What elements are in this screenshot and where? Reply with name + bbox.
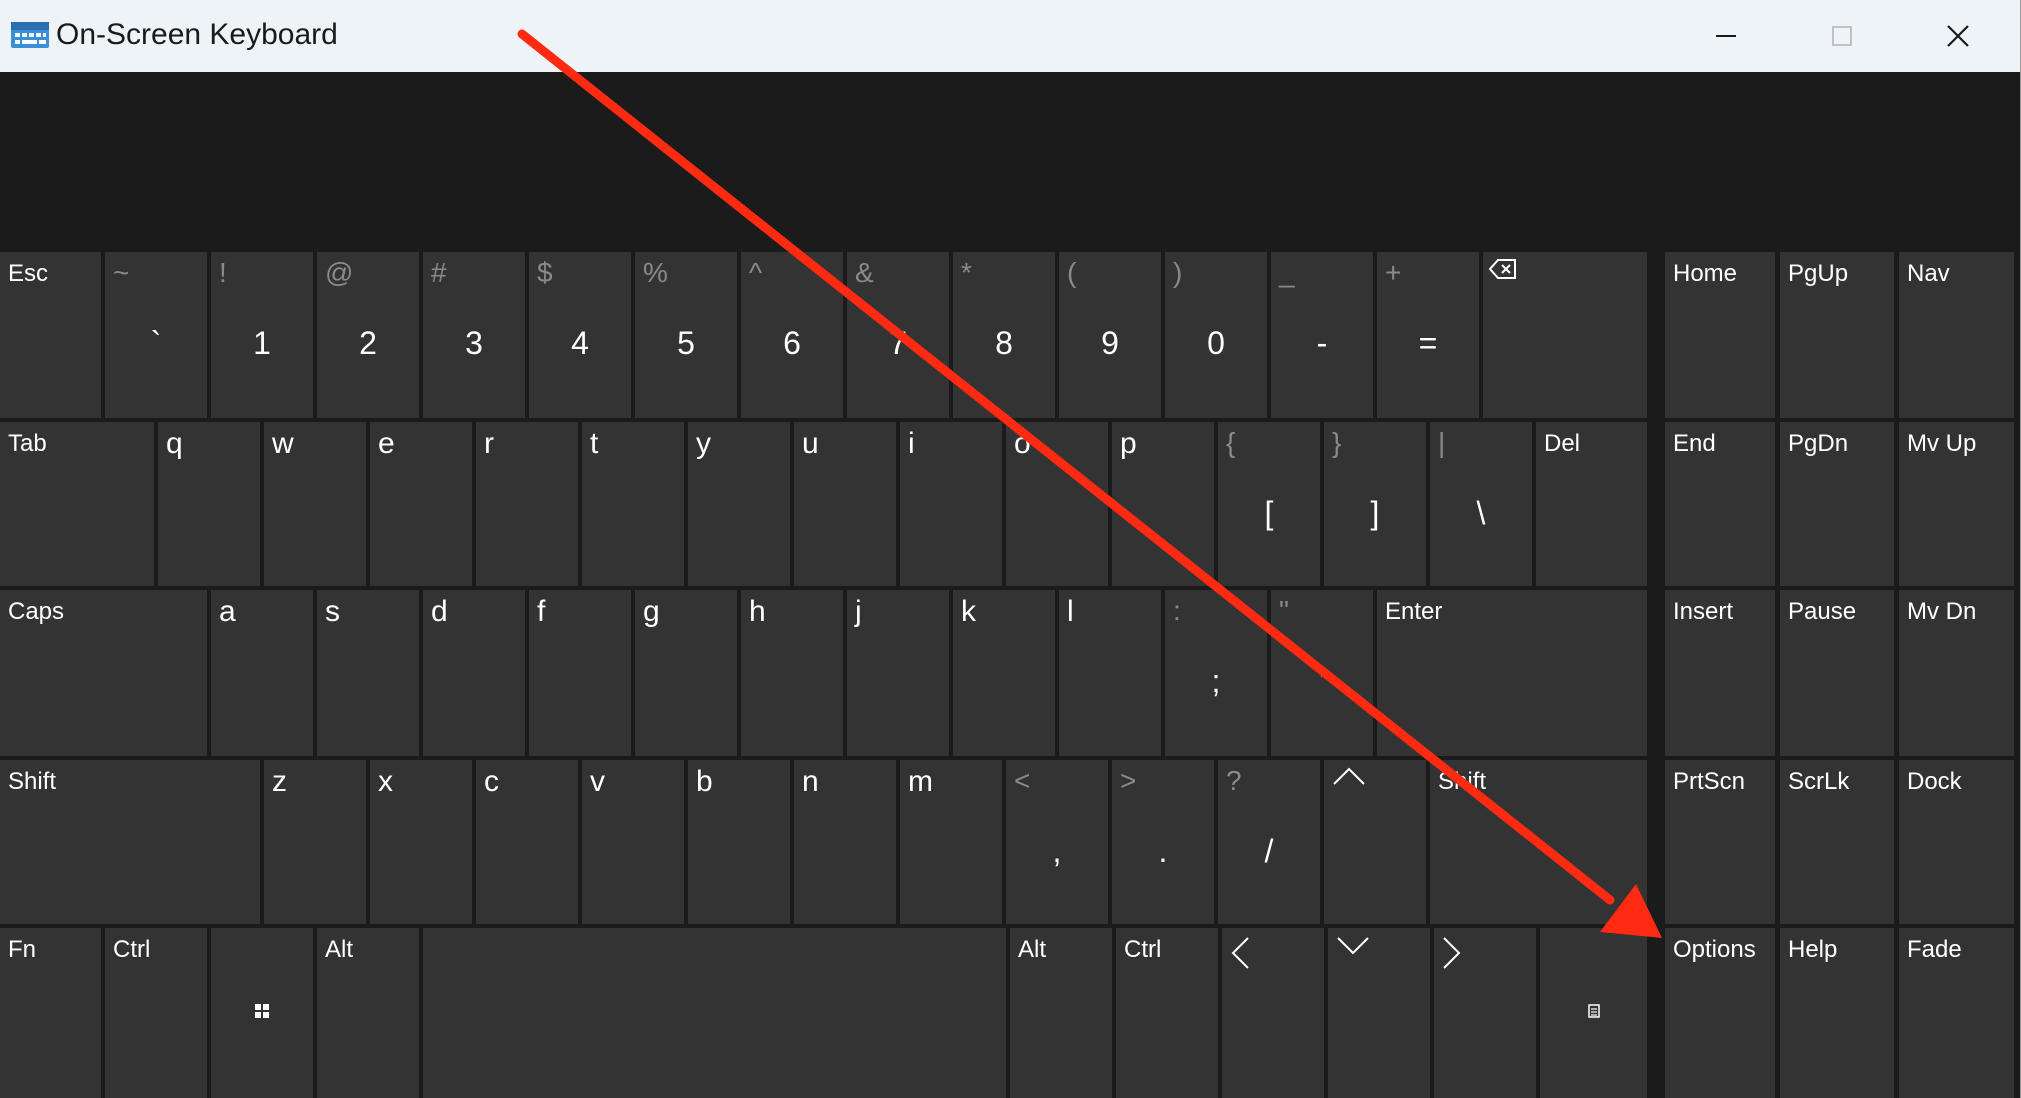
red-arrow-icon xyxy=(517,29,1662,938)
on-screen-keyboard-window: On-Screen Keyboard Esc ~ ` ! 1 @2 #3 $4 % 5… xyxy=(0,0,2021,1098)
